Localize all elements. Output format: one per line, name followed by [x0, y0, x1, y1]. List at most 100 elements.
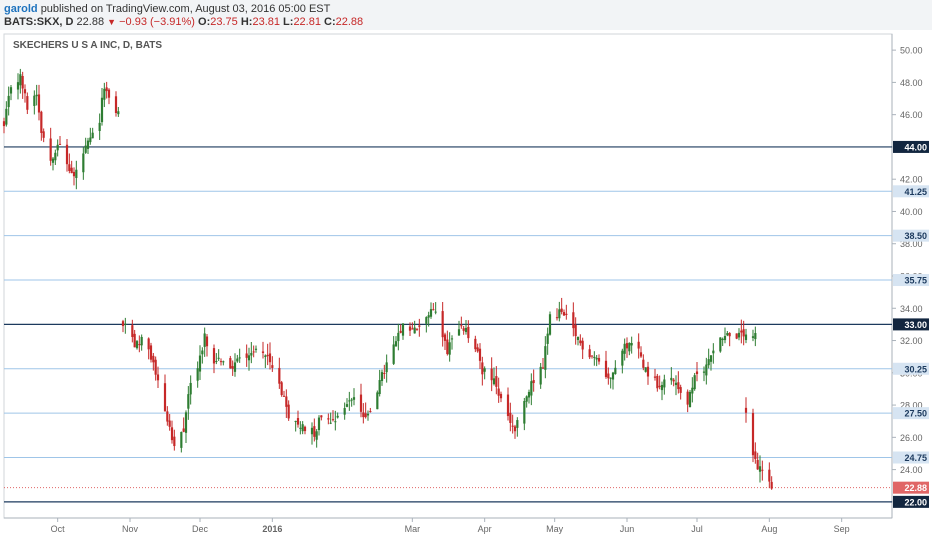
candle-body [180, 431, 183, 448]
candle-body [705, 364, 708, 376]
candle-body [231, 366, 234, 369]
candle-body [761, 469, 764, 471]
candle-body [394, 341, 398, 347]
candle-body [478, 348, 482, 361]
candle-body [429, 309, 433, 317]
candle-body [737, 332, 741, 338]
candle-body [579, 340, 582, 344]
candle-body [352, 397, 356, 400]
candle-body [366, 413, 370, 416]
candle-body [679, 387, 682, 393]
candle-body [184, 412, 188, 433]
candle-body [82, 153, 85, 173]
candle-body [383, 372, 386, 374]
candle-body [754, 451, 757, 460]
candle-body [527, 391, 531, 398]
level-label: 30.25 [904, 364, 927, 374]
candle-body [156, 374, 160, 381]
candle-body [735, 333, 738, 339]
candle-body [721, 338, 724, 341]
candle-body [768, 469, 771, 482]
candle-body [492, 378, 496, 385]
candle-body [16, 82, 20, 90]
candle-body [572, 312, 575, 329]
quote-line: BATS:SKX, D 22.88 ▼ −0.93 (−3.91%) O:23.… [4, 16, 363, 28]
candle-body [378, 380, 381, 395]
time-ticks: Oct Nov Dec 2016 Mar Apr May Jun Jul Aug Sep [51, 518, 850, 534]
level-label: 35.75 [904, 276, 927, 286]
candle-body [751, 413, 755, 456]
candle-body [285, 396, 288, 407]
candle-body [170, 427, 174, 441]
close-label: C: [324, 16, 336, 28]
time-tick-label: Apr [478, 524, 492, 534]
candle-body [611, 372, 615, 380]
candle-body [474, 338, 477, 350]
candle-body [530, 381, 533, 396]
candle-body [411, 328, 414, 330]
price-tick-label: 32.00 [900, 336, 923, 346]
candle-body [247, 355, 251, 361]
candle-body [723, 336, 727, 341]
candle-body [392, 344, 395, 364]
candle-body [623, 343, 626, 354]
candle-body [54, 152, 57, 161]
candle-body [499, 393, 503, 399]
candle-body [399, 330, 402, 333]
time-tick-label: Oct [51, 524, 66, 534]
candle-body [147, 338, 150, 350]
candle-body [264, 355, 267, 357]
candle-body [336, 415, 339, 418]
candle-body [72, 171, 76, 177]
candle-body [670, 377, 673, 381]
candle-body [415, 328, 419, 330]
candle-body [597, 357, 601, 362]
candle-body [75, 169, 78, 178]
candle-body [558, 309, 561, 319]
candle-body [457, 329, 461, 336]
candle-body [117, 111, 120, 115]
candle-body [201, 350, 204, 355]
price-tick-label: 50.00 [900, 46, 923, 56]
candle-body [154, 359, 157, 375]
candle-body [250, 352, 253, 356]
candle-body [268, 353, 272, 363]
time-tick-label: May [546, 524, 564, 534]
candle-body [138, 344, 141, 346]
time-tick-label: 2016 [262, 524, 282, 534]
candle-body [49, 138, 52, 161]
author-link[interactable]: garold [4, 3, 38, 15]
price-labels: 44.00 41.25 38.50 35.75 33.00 30.25 27.50 24.75… [893, 140, 929, 508]
candle-body [229, 358, 232, 369]
price-chart[interactable]: SKECHERS U S A INC, D, BATS 22.00 24.00 26… [0, 30, 932, 550]
candle-body [345, 404, 349, 407]
candle-body [544, 346, 547, 370]
candle-body [198, 355, 202, 372]
candle-body [548, 314, 552, 335]
candle-body [163, 383, 167, 412]
candle-body [497, 388, 500, 396]
candle-body [168, 420, 171, 427]
candle-body [84, 145, 87, 153]
candle-body [532, 380, 535, 384]
candle-body [691, 387, 694, 394]
price-tick-label: 42.00 [900, 175, 923, 185]
candle-body [565, 313, 568, 316]
candle-body [205, 336, 209, 347]
candle-body [385, 362, 388, 373]
candle-body [460, 325, 463, 327]
candle-body [744, 407, 748, 413]
candle-body [446, 339, 449, 355]
candle-body [758, 466, 762, 472]
candle-body [609, 377, 612, 379]
low-label: L: [283, 16, 294, 28]
candle-body [677, 382, 680, 390]
time-tick-label: Dec [192, 524, 209, 534]
candle-body [313, 426, 316, 437]
candle-body [467, 326, 470, 339]
candle-body [215, 360, 218, 362]
plot-area [3, 33, 893, 519]
candle-body [630, 343, 633, 346]
time-tick-label: Aug [761, 524, 777, 534]
candle-body [719, 337, 722, 352]
